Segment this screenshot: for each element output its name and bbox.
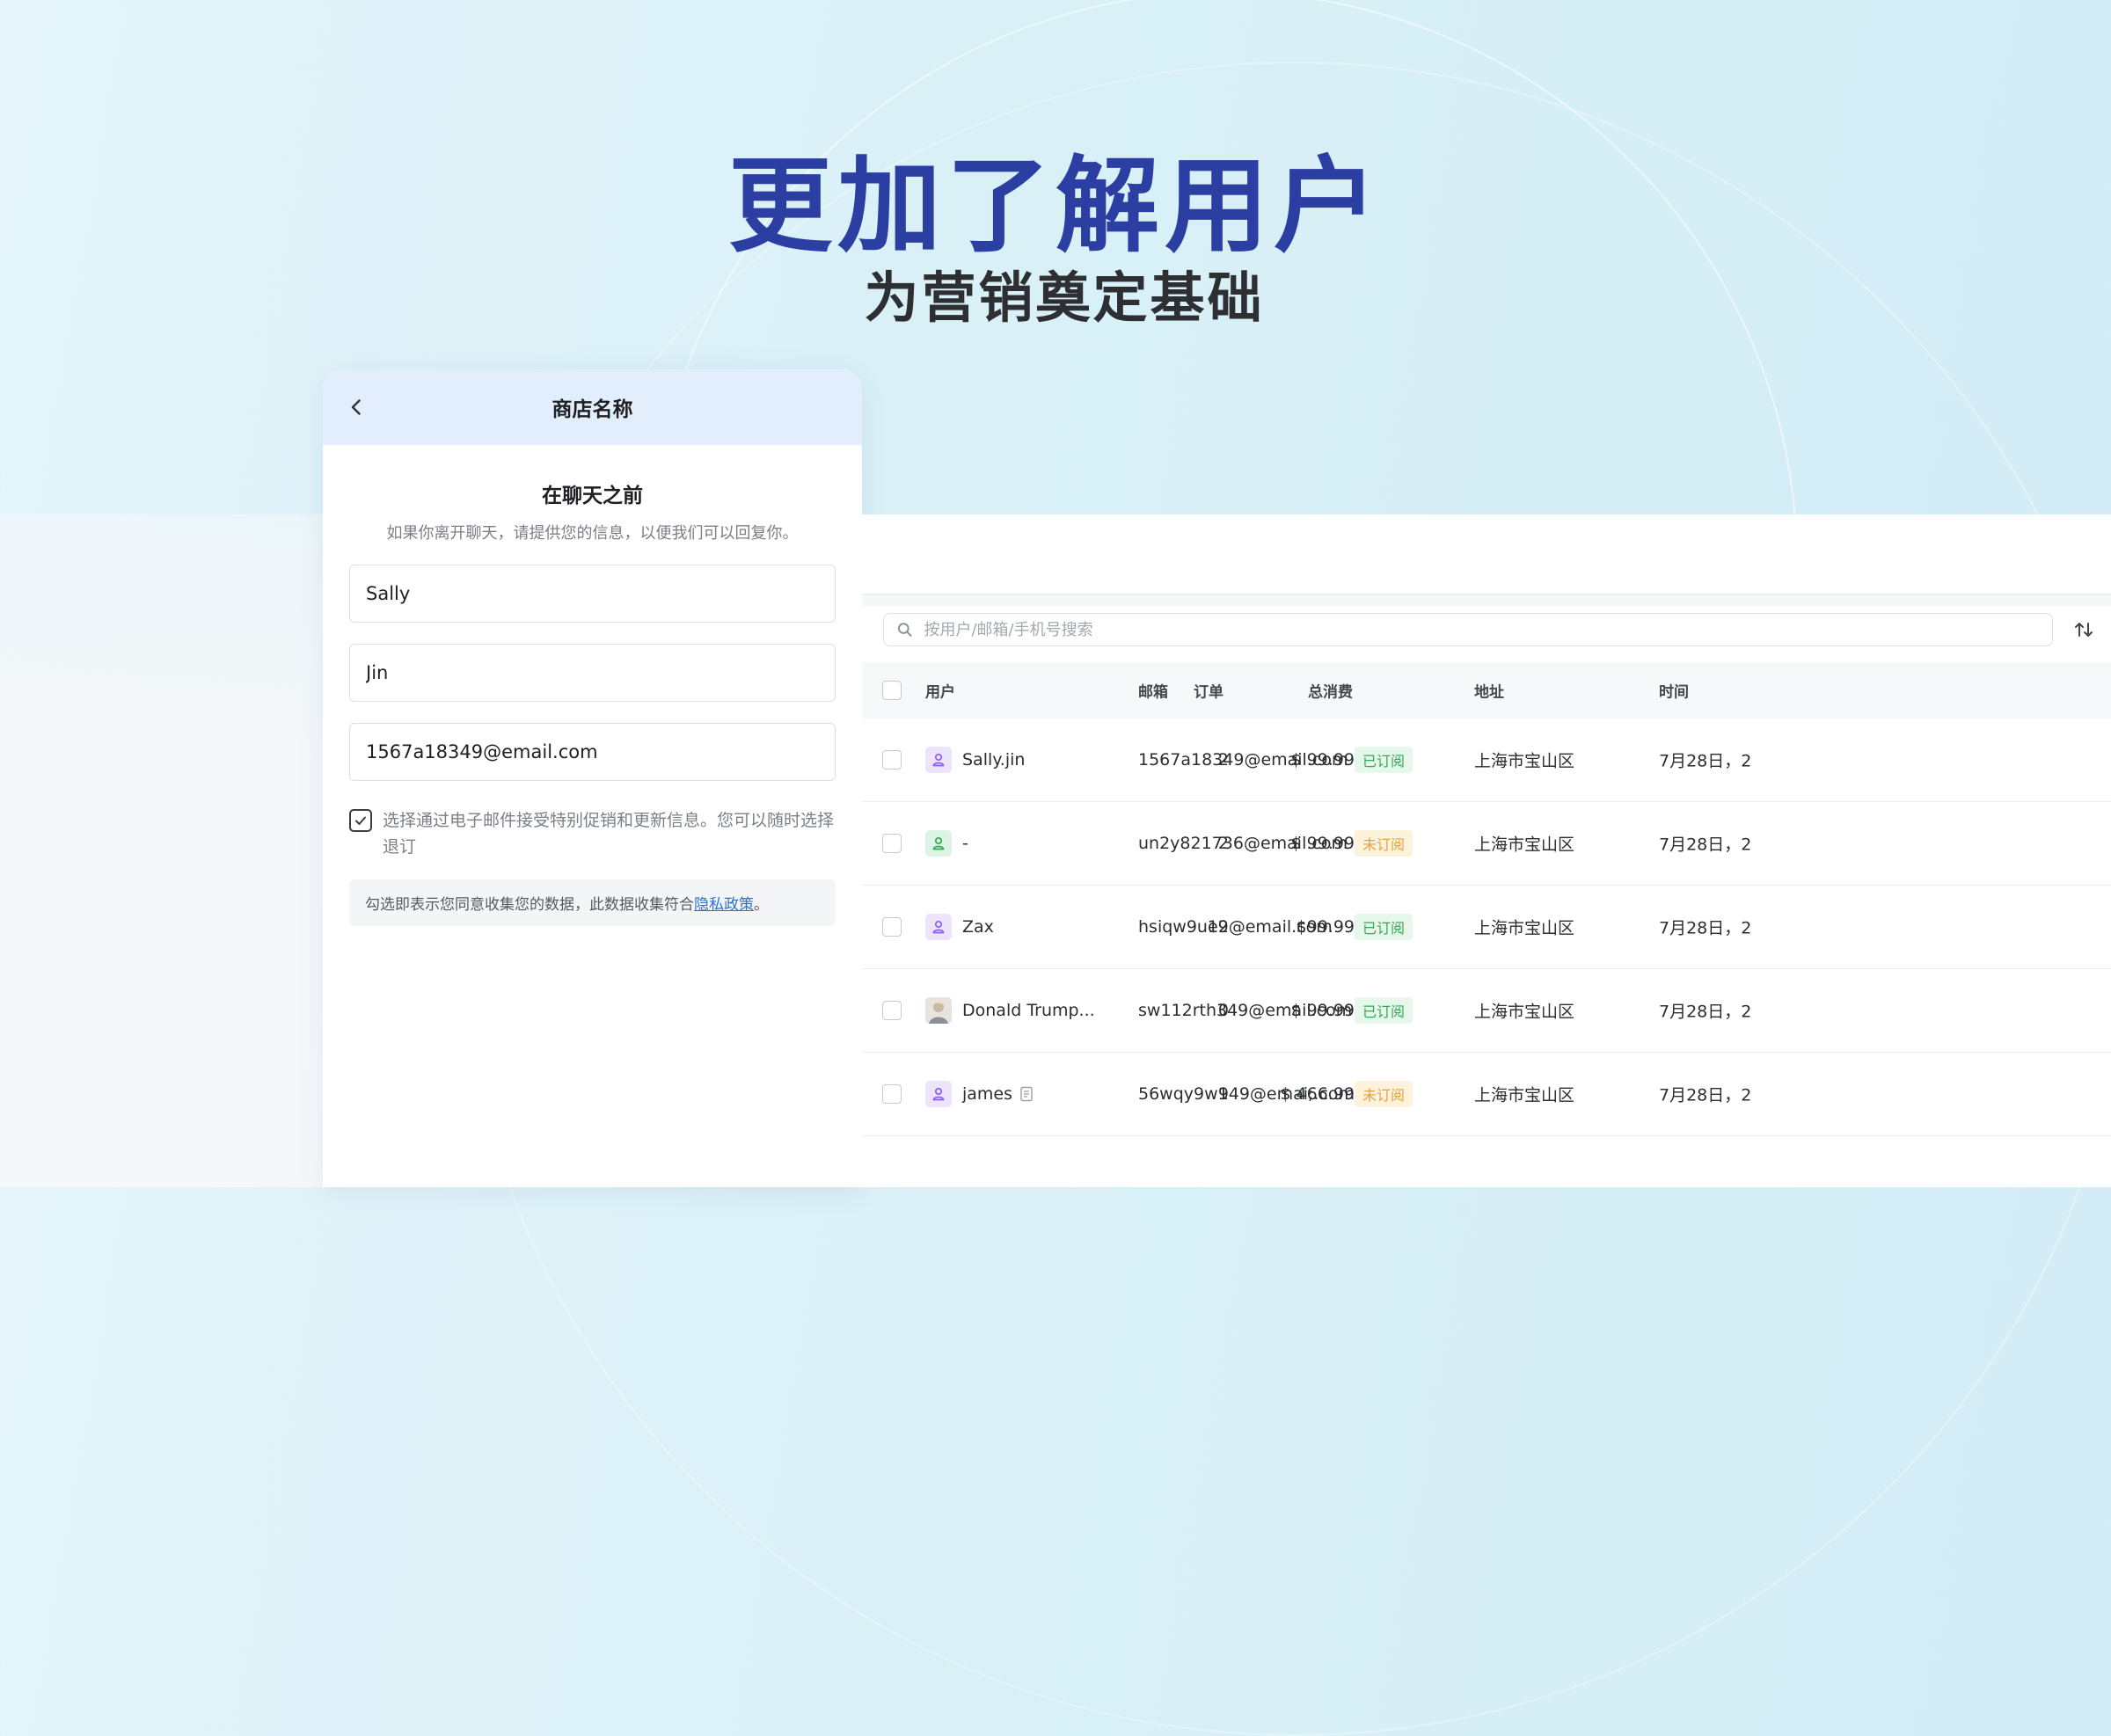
user-icon [925, 914, 952, 940]
subscription-cell: 未订阅 [1355, 1081, 1413, 1107]
back-button[interactable] [344, 394, 370, 420]
row-checkbox[interactable] [882, 750, 902, 770]
user-name: Donald Trump... [962, 1001, 1095, 1020]
email-field[interactable] [349, 723, 836, 781]
table-row[interactable]: james 56wqy9w149@emai;.com 未订阅 上海市宝山区 9 $ 466… [862, 1053, 2111, 1136]
status-badge: 已订阅 [1355, 997, 1413, 1024]
table-row[interactable]: Sally.jin 1567a18349@email.com 已订阅 上海市宝山区 2 $… [862, 718, 2111, 802]
user-icon [925, 747, 952, 773]
column-time[interactable]: 时间 [1659, 680, 1689, 702]
hero-title: 更加了解用户 [727, 145, 1383, 266]
address-cell: 上海市宝山区 [1474, 918, 1575, 938]
time-cell: 7月28日，2 [1659, 918, 1752, 938]
user-cell[interactable]: - [925, 830, 968, 857]
chevron-left-icon [351, 399, 361, 415]
select-all-checkbox[interactable] [882, 681, 902, 700]
total-cell: $ 99.99 [1290, 750, 1355, 770]
address-cell: 上海市宝山区 [1474, 1085, 1575, 1105]
orders-cell: 2 [1217, 834, 1229, 853]
subscription-cell: 已订阅 [1355, 747, 1413, 773]
table-row[interactable]: Zax hsiqw9ue9@email.com 已订阅 上海市宝山区 12 $99.99 7… [862, 886, 2111, 969]
divider [862, 595, 2111, 606]
column-user[interactable]: 用户 [925, 680, 955, 702]
store-name: 商店名称 [551, 398, 633, 421]
time-cell: 7月28日，2 [1659, 1002, 1752, 1022]
table-header-strip [862, 514, 2111, 595]
search-box[interactable] [883, 613, 2053, 646]
time-cell: 7月28日，2 [1659, 1085, 1752, 1105]
row-checkbox[interactable] [882, 917, 902, 937]
user-icon [925, 1081, 952, 1107]
total-cell: $ 99.99 [1290, 834, 1355, 853]
user-cell[interactable]: Zax [925, 914, 994, 940]
total-cell: $ 466.99 [1280, 1084, 1355, 1104]
user-cell[interactable]: james [925, 1081, 1034, 1107]
address-cell: 上海市宝山区 [1474, 751, 1575, 771]
column-email[interactable]: 邮箱 [1138, 680, 1168, 702]
last-name-input[interactable] [364, 661, 821, 684]
user-name: Sally.jin [962, 750, 1026, 770]
customer-table-panel: 用户 邮箱 地址 订单 总消费 时间 Sally.jin1567a18349@e… [862, 514, 2111, 1187]
total-cell: $ 99.99 [1290, 1001, 1355, 1020]
table-body: Sally.jin 1567a18349@email.com 已订阅 上海市宝山区 2 $… [862, 718, 2111, 1136]
user-name: james [962, 1084, 1013, 1104]
address-cell: 上海市宝山区 [1474, 1002, 1575, 1022]
column-total[interactable]: 总消费 [1308, 680, 1353, 702]
sort-button[interactable] [2072, 618, 2095, 641]
orders-cell: 9 [1217, 1084, 1229, 1104]
subscription-cell: 已订阅 [1355, 914, 1413, 940]
last-name-field[interactable] [349, 644, 836, 702]
status-badge: 已订阅 [1355, 914, 1413, 940]
search-input[interactable] [922, 619, 2040, 640]
privacy-suffix: 。 [754, 896, 769, 914]
time-cell: 7月28日，2 [1659, 751, 1752, 771]
first-name-field[interactable] [349, 565, 836, 623]
chat-form: 在聊天之前 如果你离开聊天，请提供您的信息，以便我们可以回复你。 选择通过电子邮… [323, 478, 862, 926]
user-name: - [962, 834, 968, 853]
first-name-input[interactable] [364, 582, 821, 605]
column-address[interactable]: 地址 [1474, 680, 1504, 702]
note-icon [1020, 1086, 1033, 1102]
table-row[interactable]: Donald Trump... sw112rth349@email.com 已订阅上… [862, 969, 2111, 1053]
checkmark-icon [355, 816, 366, 825]
status-badge: 未订阅 [1355, 1081, 1413, 1107]
sort-icon [2075, 623, 2093, 637]
row-checkbox[interactable] [882, 1001, 902, 1020]
user-cell[interactable]: Donald Trump... [925, 997, 1095, 1024]
consent-checkbox[interactable] [349, 809, 372, 832]
row-checkbox[interactable] [882, 1084, 902, 1104]
column-orders[interactable]: 订单 [1194, 680, 1224, 702]
time-cell: 7月28日，2 [1659, 835, 1752, 855]
address-cell: 上海市宝山区 [1474, 835, 1575, 855]
hero-subtitle: 为营销奠定基础 [864, 266, 1265, 330]
status-badge: 未订阅 [1355, 830, 1413, 857]
status-badge: 已订阅 [1355, 747, 1413, 773]
privacy-text: 勾选即表示您同意收集您的数据，此数据收集符合 [365, 896, 694, 914]
email-input[interactable] [364, 740, 821, 763]
orders-cell: 2 [1217, 750, 1229, 770]
subscription-cell: 已订阅 [1355, 997, 1413, 1024]
photo-avatar [925, 997, 952, 1024]
chat-panel: 商店名称 在聊天之前 如果你离开聊天，请提供您的信息，以便我们可以回复你。 选择… [323, 369, 862, 1187]
orders-cell: 12 [1207, 917, 1229, 937]
user-name: Zax [962, 917, 994, 937]
search-icon [897, 623, 912, 637]
user-icon [925, 830, 952, 857]
form-title: 在聊天之前 [542, 485, 643, 507]
form-description: 如果你离开聊天，请提供您的信息，以便我们可以回复你。 [386, 524, 799, 543]
table-header: 用户 邮箱 地址 订单 总消费 时间 [862, 662, 2111, 718]
chat-header: 商店名称 [323, 369, 862, 445]
marketing-consent: 选择通过电子邮件接受特别促销和更新信息。您可以随时选择退订 [349, 807, 836, 860]
orders-cell: 0 [1217, 1001, 1229, 1020]
search-row [862, 606, 2111, 653]
user-cell[interactable]: Sally.jin [925, 747, 1025, 773]
subscription-cell: 未订阅 [1355, 830, 1413, 857]
consent-label: 选择通过电子邮件接受特别促销和更新信息。您可以随时选择退订 [383, 811, 835, 857]
row-checkbox[interactable] [882, 834, 902, 853]
privacy-policy-link[interactable]: 隐私政策 [694, 896, 754, 914]
privacy-notice: 勾选即表示您同意收集您的数据，此数据收集符合隐私政策。 [349, 879, 836, 926]
table-row[interactable]: - un2y821736@email.com 未订阅 上海市宝山区 2 $ 99.99 7月… [862, 802, 2111, 886]
total-cell: $99.99 [1296, 917, 1355, 937]
